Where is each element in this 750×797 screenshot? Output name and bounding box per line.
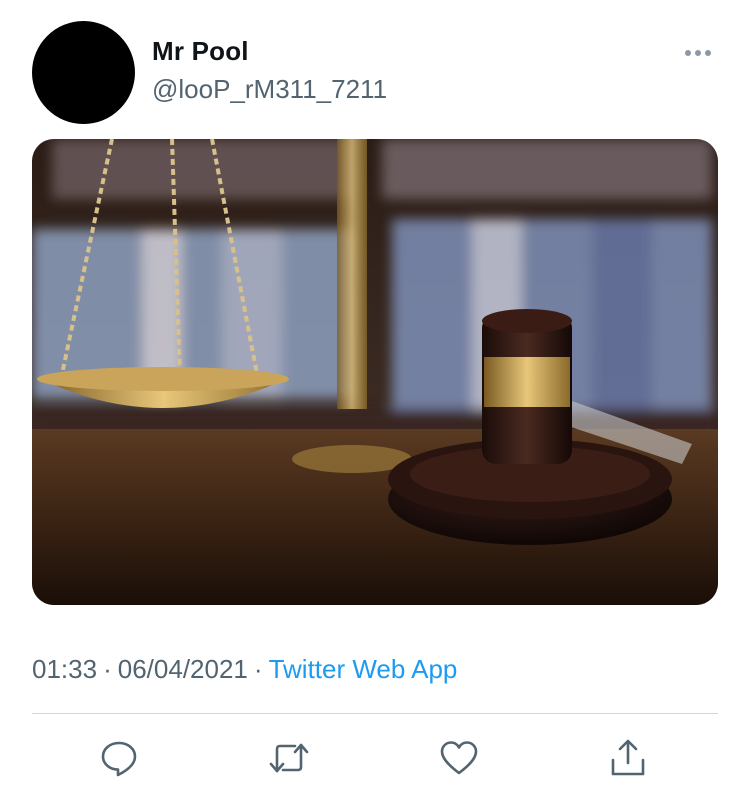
share-upload-icon bbox=[611, 739, 645, 776]
tweet-time[interactable]: 01:33 bbox=[32, 654, 97, 684]
tweet-photo[interactable] bbox=[32, 139, 718, 605]
speech-bubble-icon bbox=[101, 741, 137, 777]
tweet-timestamp: 01:33 · 06/04/2021 · Twitter Web App bbox=[32, 654, 457, 685]
retweet-button[interactable] bbox=[267, 736, 311, 780]
user-handle[interactable]: @looP_rM311_7211 bbox=[152, 74, 387, 105]
heart-icon bbox=[440, 741, 478, 775]
more-dots-icon bbox=[685, 50, 711, 56]
divider bbox=[32, 713, 718, 714]
reply-button[interactable] bbox=[97, 736, 141, 780]
retweet-arrows-icon bbox=[269, 743, 309, 773]
more-options-button[interactable] bbox=[680, 38, 720, 68]
display-name[interactable]: Mr Pool bbox=[152, 36, 249, 67]
like-button[interactable] bbox=[437, 736, 481, 780]
avatar[interactable] bbox=[32, 21, 135, 124]
meta-separator: · bbox=[103, 654, 112, 684]
tweet-date[interactable]: 06/04/2021 bbox=[118, 654, 248, 684]
share-button[interactable] bbox=[606, 736, 650, 780]
meta-separator: · bbox=[253, 654, 263, 684]
tweet-source-link[interactable]: Twitter Web App bbox=[269, 654, 458, 684]
gavel-and-scales-image bbox=[32, 139, 718, 605]
